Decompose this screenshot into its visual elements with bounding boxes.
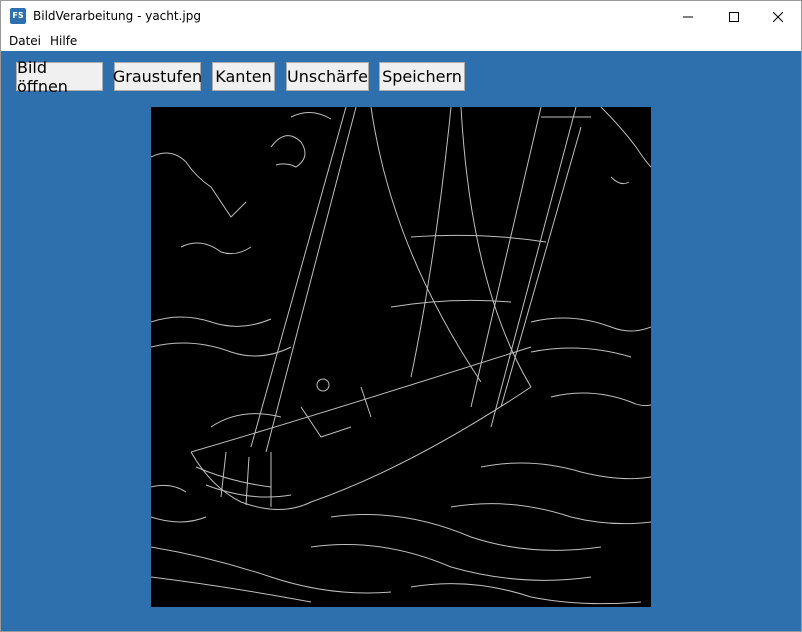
app-icon: FS (10, 8, 26, 24)
menu-datei[interactable]: Datei (9, 34, 41, 48)
edges-button[interactable]: Kanten (212, 62, 275, 91)
title-bar[interactable]: FS BildVerarbeitung - yacht.jpg (1, 1, 801, 32)
edge-image (150, 106, 652, 605)
image-display (150, 106, 652, 607)
menu-bar: Datei Hilfe (1, 32, 801, 51)
grayscale-button[interactable]: Graustufen (113, 62, 202, 91)
save-button[interactable]: Speichern (379, 62, 465, 91)
blur-button[interactable]: Unschärfe (286, 62, 369, 91)
app-window: FS BildVerarbeitung - yacht.jpg Datei Hi… (0, 0, 802, 632)
close-icon (773, 11, 783, 22)
open-image-button[interactable]: Bild öffnen (16, 58, 103, 96)
minimize-icon (683, 16, 693, 17)
minimize-button[interactable] (665, 1, 711, 32)
maximize-button[interactable] (711, 1, 757, 32)
menu-hilfe[interactable]: Hilfe (50, 34, 77, 48)
maximize-icon (729, 11, 739, 22)
main-panel: Bild öffnen Graustufen Kanten Unschärfe … (1, 51, 801, 631)
close-button[interactable] (755, 1, 801, 32)
window-title: BildVerarbeitung - yacht.jpg (33, 9, 201, 23)
